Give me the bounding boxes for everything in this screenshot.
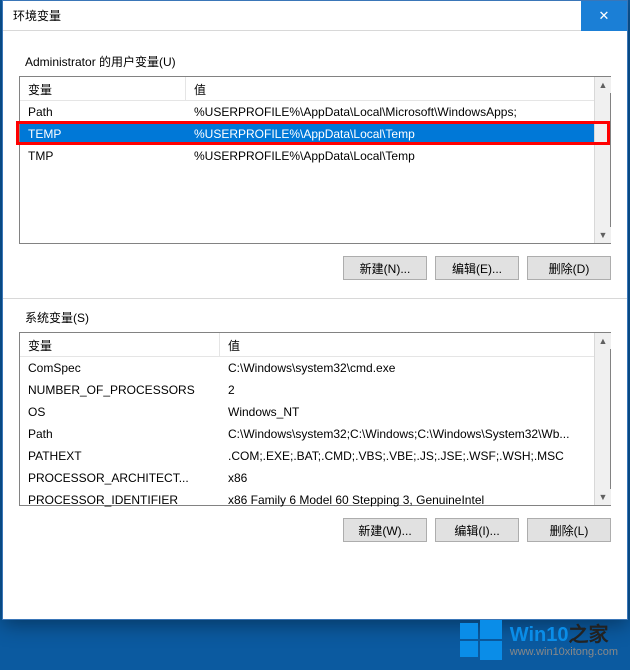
scroll-down-icon[interactable]: ▼ bbox=[595, 227, 611, 243]
cell-var-value: %USERPROFILE%\AppData\Local\Temp bbox=[186, 127, 610, 141]
table-row[interactable]: ComSpecC:\Windows\system32\cmd.exe bbox=[20, 357, 610, 379]
user-vars-list[interactable]: 变量 值 Path%USERPROFILE%\AppData\Local\Mic… bbox=[19, 76, 611, 244]
cell-var-value: .COM;.EXE;.BAT;.CMD;.VBS;.VBE;.JS;.JSE;.… bbox=[220, 449, 610, 463]
cell-var-value: x86 bbox=[220, 471, 610, 485]
section-divider bbox=[3, 298, 627, 299]
table-row[interactable]: PROCESSOR_IDENTIFIERx86 Family 6 Model 6… bbox=[20, 489, 610, 511]
cell-var-name: OS bbox=[20, 405, 220, 419]
system-edit-button[interactable]: 编辑(I)... bbox=[435, 518, 519, 542]
cell-var-value: 2 bbox=[220, 383, 610, 397]
table-row[interactable]: PATHEXT.COM;.EXE;.BAT;.CMD;.VBS;.VBE;.JS… bbox=[20, 445, 610, 467]
col-header-name[interactable]: 变量 bbox=[20, 333, 220, 356]
table-row[interactable]: PathC:\Windows\system32;C:\Windows;C:\Wi… bbox=[20, 423, 610, 445]
watermark-brand-suffix: 之家 bbox=[569, 624, 609, 646]
user-vars-buttons: 新建(N)... 编辑(E)... 删除(D) bbox=[19, 256, 611, 280]
table-row[interactable]: TMP%USERPROFILE%\AppData\Local\Temp bbox=[20, 145, 610, 167]
cell-var-value: C:\Windows\system32;C:\Windows;C:\Window… bbox=[220, 427, 610, 441]
user-vars-label: Administrator 的用户变量(U) bbox=[25, 53, 611, 70]
close-button[interactable]: ✕ bbox=[581, 1, 627, 31]
cell-var-value: %USERPROFILE%\AppData\Local\Microsoft\Wi… bbox=[186, 105, 610, 119]
col-header-value[interactable]: 值 bbox=[220, 333, 610, 356]
cell-var-value: x86 Family 6 Model 60 Stepping 3, Genuin… bbox=[220, 493, 610, 507]
table-row[interactable]: Path%USERPROFILE%\AppData\Local\Microsof… bbox=[20, 101, 610, 123]
close-icon: ✕ bbox=[599, 8, 610, 24]
system-delete-button[interactable]: 删除(L) bbox=[527, 518, 611, 542]
watermark: Win10之家 www.win10xitong.com bbox=[460, 620, 618, 662]
col-header-value[interactable]: 值 bbox=[186, 77, 610, 100]
watermark-text: Win10之家 www.win10xitong.com bbox=[510, 624, 618, 658]
system-scrollbar[interactable]: ▲ ▼ bbox=[594, 333, 610, 505]
cell-var-value: Windows_NT bbox=[220, 405, 610, 419]
user-new-button[interactable]: 新建(N)... bbox=[343, 256, 427, 280]
system-new-button[interactable]: 新建(W)... bbox=[343, 518, 427, 542]
user-vars-header: 变量 值 bbox=[20, 77, 610, 101]
table-row[interactable]: OSWindows_NT bbox=[20, 401, 610, 423]
cell-var-name: TMP bbox=[20, 149, 186, 163]
system-vars-label: 系统变量(S) bbox=[25, 309, 611, 326]
windows-logo-icon bbox=[460, 620, 502, 662]
table-row[interactable]: NUMBER_OF_PROCESSORS2 bbox=[20, 379, 610, 401]
system-vars-header: 变量 值 bbox=[20, 333, 610, 357]
window-title: 环境变量 bbox=[3, 7, 581, 24]
cell-var-name: PROCESSOR_ARCHITECT... bbox=[20, 471, 220, 485]
col-header-name[interactable]: 变量 bbox=[20, 77, 186, 100]
titlebar[interactable]: 环境变量 ✕ bbox=[3, 1, 627, 31]
client-area: Administrator 的用户变量(U) 变量 值 Path%USERPRO… bbox=[3, 31, 627, 542]
cell-var-value: C:\Windows\system32\cmd.exe bbox=[220, 361, 610, 375]
scroll-up-icon[interactable]: ▲ bbox=[595, 77, 611, 93]
cell-var-name: TEMP bbox=[20, 127, 186, 141]
scroll-up-icon[interactable]: ▲ bbox=[595, 333, 611, 349]
watermark-brand-prefix: Win10 bbox=[510, 624, 569, 646]
scroll-down-icon[interactable]: ▼ bbox=[595, 489, 611, 505]
user-delete-button[interactable]: 删除(D) bbox=[527, 256, 611, 280]
cell-var-name: PATHEXT bbox=[20, 449, 220, 463]
system-vars-buttons: 新建(W)... 编辑(I)... 删除(L) bbox=[19, 518, 611, 542]
system-vars-list[interactable]: 变量 值 ComSpecC:\Windows\system32\cmd.exeN… bbox=[19, 332, 611, 506]
env-vars-dialog: 环境变量 ✕ Administrator 的用户变量(U) 变量 值 Path%… bbox=[2, 0, 628, 620]
table-row[interactable]: PROCESSOR_ARCHITECT...x86 bbox=[20, 467, 610, 489]
cell-var-name: Path bbox=[20, 427, 220, 441]
user-edit-button[interactable]: 编辑(E)... bbox=[435, 256, 519, 280]
watermark-url: www.win10xitong.com bbox=[510, 646, 618, 658]
cell-var-name: ComSpec bbox=[20, 361, 220, 375]
table-row[interactable]: TEMP%USERPROFILE%\AppData\Local\Temp bbox=[20, 123, 610, 145]
cell-var-value: %USERPROFILE%\AppData\Local\Temp bbox=[186, 149, 610, 163]
cell-var-name: PROCESSOR_IDENTIFIER bbox=[20, 493, 220, 507]
cell-var-name: NUMBER_OF_PROCESSORS bbox=[20, 383, 220, 397]
cell-var-name: Path bbox=[20, 105, 186, 119]
user-scrollbar[interactable]: ▲ ▼ bbox=[594, 77, 610, 243]
user-vars-rows: Path%USERPROFILE%\AppData\Local\Microsof… bbox=[20, 101, 610, 167]
system-vars-rows: ComSpecC:\Windows\system32\cmd.exeNUMBER… bbox=[20, 357, 610, 511]
